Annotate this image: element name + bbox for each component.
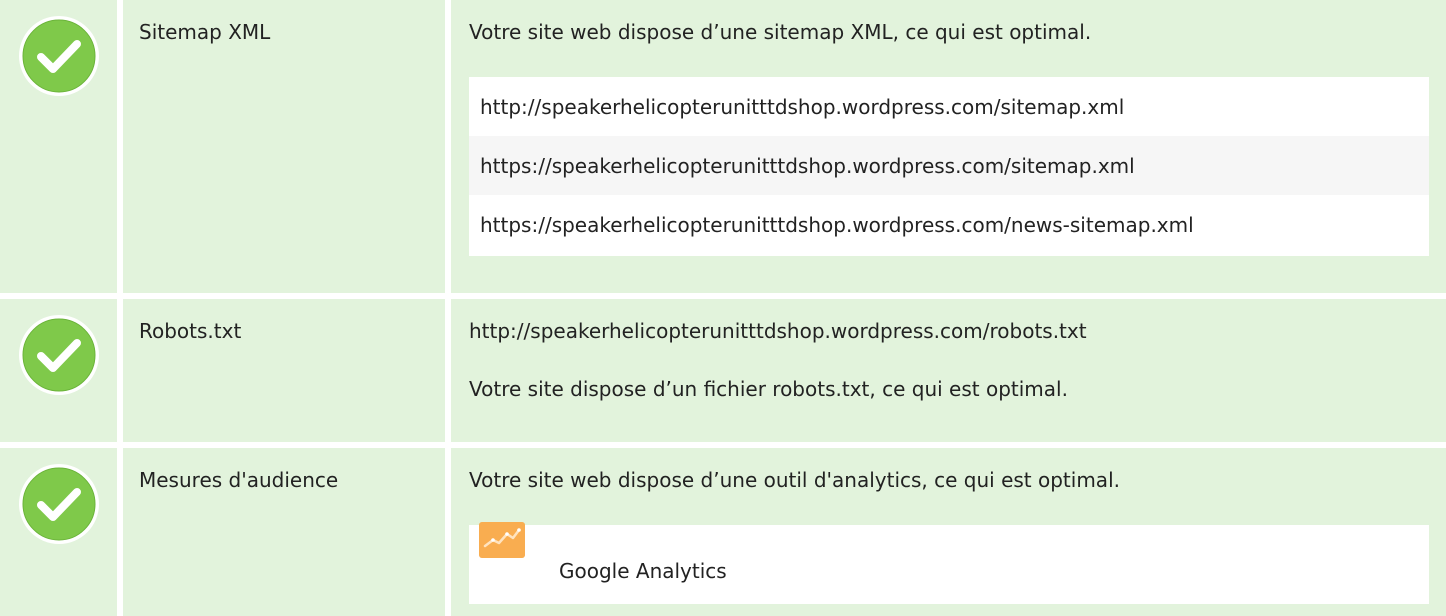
check-message: Votre site web dispose d’une outil d'ana… [469,467,1120,492]
check-circle-icon [18,315,99,396]
check-row-robots: Robots.txt http://speakerhelicopterunitt… [0,299,1446,442]
check-label: Sitemap XML [123,0,445,294]
check-value: Votre site web dispose d’une sitemap XML… [451,0,1446,294]
check-message: Votre site web dispose d’une sitemap XML… [469,20,1092,44]
status-cell [0,299,117,442]
sitemap-link[interactable]: http://speakerhelicopterunitttdshop.word… [469,77,1429,136]
google-analytics-icon [479,521,525,558]
status-cell [0,0,117,294]
check-circle-icon [18,16,99,96]
sitemap-link[interactable]: https://speakerhelicopterunitttdshop.wor… [469,136,1429,195]
check-label: Robots.txt [123,299,445,442]
sitemap-list: http://speakerhelicopterunitttdshop.word… [469,77,1429,256]
status-cell [0,447,117,616]
analytics-tool-name: Google Analytics [559,558,727,583]
seo-checks-table: Sitemap XML Votre site web dispose d’une… [0,0,1446,616]
check-circle-icon [18,463,99,544]
analytics-tool: Google Analytics [469,521,1429,604]
sitemap-link[interactable]: https://speakerhelicopterunitttdshop.wor… [469,195,1429,256]
check-row-sitemap: Sitemap XML Votre site web dispose d’une… [0,0,1446,294]
check-message: Votre site dispose d’un fichier robots.t… [469,377,1068,402]
check-row-analytics: Mesures d'audience Votre site web dispos… [0,447,1446,616]
check-label: Mesures d'audience [123,447,445,616]
check-value: Votre site web dispose d’une outil d'ana… [451,447,1446,616]
check-value: http://speakerhelicopterunitttdshop.word… [451,299,1446,442]
robots-url[interactable]: http://speakerhelicopterunitttdshop.word… [469,318,1429,344]
